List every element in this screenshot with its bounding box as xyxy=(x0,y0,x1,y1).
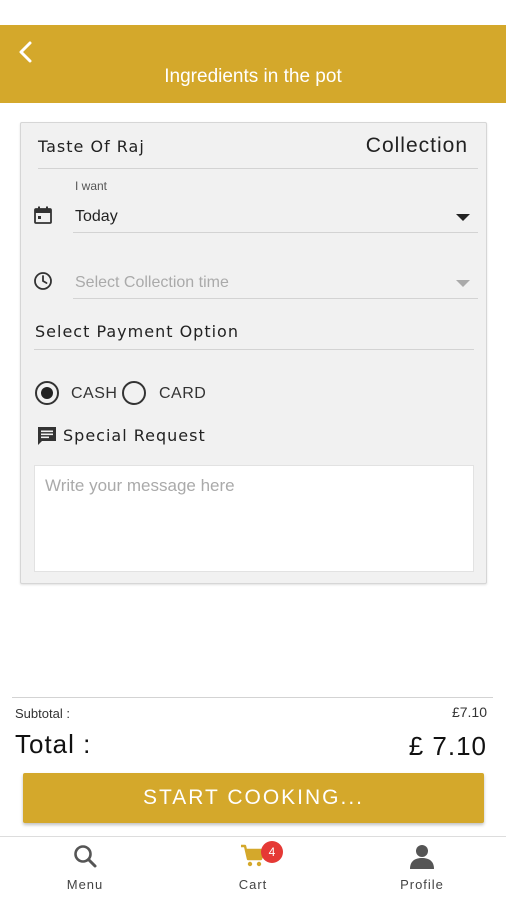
divider xyxy=(73,298,478,299)
page-title: Ingredients in the pot xyxy=(164,66,342,87)
cash-radio[interactable] xyxy=(35,381,59,405)
nav-item-cart[interactable]: 4 Cart xyxy=(193,837,313,901)
start-cooking-button[interactable]: START COOKING... xyxy=(23,773,484,823)
subtotal-label: Subtotal : xyxy=(15,706,70,721)
nav-label-menu: Menu xyxy=(66,877,104,892)
special-request-label: Special Request xyxy=(63,426,206,445)
order-mode: Collection xyxy=(365,134,468,157)
status-bar xyxy=(0,0,506,25)
chevron-down-icon xyxy=(456,280,470,287)
when-label: I want xyxy=(75,179,108,193)
chevron-left-icon xyxy=(19,41,32,63)
collection-time-select[interactable]: Select Collection time xyxy=(73,267,478,299)
nav-item-profile[interactable]: Profile xyxy=(362,837,482,901)
payment-label: Select Payment Option xyxy=(35,322,239,341)
clock-icon xyxy=(34,272,52,290)
nav-item-menu[interactable]: Menu xyxy=(25,837,145,901)
card-label[interactable]: CARD xyxy=(159,385,206,403)
card-radio[interactable] xyxy=(122,381,146,405)
order-form-card: Taste Of Raj Collection I want Today Sel… xyxy=(20,122,487,584)
person-icon xyxy=(410,845,434,869)
bottom-nav: Menu 4 Cart Profile xyxy=(0,836,506,900)
date-select[interactable]: Today xyxy=(73,201,478,233)
cash-label[interactable]: CASH xyxy=(71,385,117,403)
total-label: Total : xyxy=(15,729,92,759)
special-request-input[interactable] xyxy=(34,465,474,572)
app-header xyxy=(0,25,506,103)
cart-badge: 4 xyxy=(261,841,283,863)
subtotal-value: £7.10 xyxy=(451,704,487,720)
chat-icon xyxy=(38,427,56,445)
restaurant-name: Taste Of Raj xyxy=(38,137,145,156)
total-value: £ 7.10 xyxy=(408,731,487,761)
divider xyxy=(12,697,493,698)
nav-label-profile: Profile xyxy=(400,877,444,892)
chevron-down-icon xyxy=(456,214,470,221)
search-icon xyxy=(74,845,97,868)
divider xyxy=(38,168,478,169)
divider xyxy=(34,349,474,350)
divider xyxy=(73,232,478,233)
calendar-icon xyxy=(34,206,52,224)
collection-time-placeholder: Select Collection time xyxy=(75,274,229,291)
date-select-value: Today xyxy=(75,208,118,225)
back-button[interactable] xyxy=(14,40,38,64)
nav-label-cart: Cart xyxy=(238,877,268,892)
